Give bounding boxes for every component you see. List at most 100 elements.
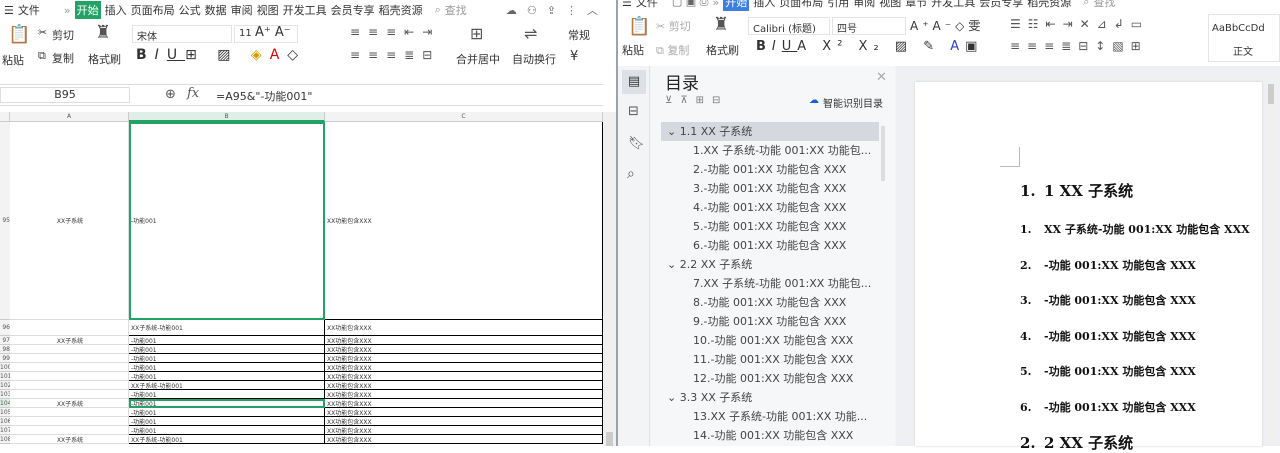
format-painter-button[interactable]: 格式刷: [706, 42, 739, 58]
toc-item[interactable]: 9.-功能 001:XX 功能包含 XXX: [661, 312, 891, 331]
align-buttons[interactable]: ≡≡≡≣⊟: [350, 48, 440, 62]
menu-file[interactable]: 文件: [18, 2, 40, 18]
search-label[interactable]: 查找: [445, 2, 467, 18]
column-header-c[interactable]: C: [325, 112, 603, 122]
copy-button[interactable]: 复制: [52, 50, 74, 66]
tab-view[interactable]: 视图: [257, 2, 279, 18]
tab-data[interactable]: 数据: [205, 2, 227, 18]
cell-b[interactable]: XX子系统-功能001: [129, 381, 325, 390]
tab-home[interactable]: 开始: [723, 0, 750, 11]
toc-scrollbar[interactable]: [881, 126, 885, 181]
toc-item[interactable]: 5.-功能 001:XX 功能包含 XXX: [661, 217, 891, 236]
cell-c[interactable]: XX功能包含XXX: [325, 435, 603, 444]
cell-a[interactable]: [10, 408, 129, 417]
column-header-b[interactable]: B: [129, 112, 325, 122]
toc-item[interactable]: 8.-功能 001:XX 功能包含 XXX: [661, 293, 891, 312]
format-buttons[interactable]: BIU⊞ ▨ ◈A◇: [136, 47, 306, 63]
cell-a[interactable]: [10, 354, 129, 363]
number-format-select[interactable]: 常规: [568, 27, 590, 43]
row-header[interactable]: 99: [0, 354, 10, 363]
toc-item[interactable]: 3.-功能 001:XX 功能包含 XXX: [661, 179, 891, 198]
toc-item[interactable]: 12.-功能 001:XX 功能包含 XXX: [661, 369, 891, 388]
smart-toc-button[interactable]: 智能识别目录: [823, 95, 883, 110]
cell-b[interactable]: XX子系统-功能001: [129, 320, 325, 336]
merge-icon[interactable]: ⊞: [470, 24, 483, 43]
toc-nav-icon[interactable]: ▤: [622, 70, 646, 94]
cell-c[interactable]: XX功能包含XXX: [325, 381, 603, 390]
toc-item[interactable]: 13.XX 子系统-功能 001:XX 功能...: [661, 407, 891, 426]
cell-c[interactable]: XX功能包含XXX: [325, 336, 603, 345]
toc-heading[interactable]: ⌄ 1.1 XX 子系统: [661, 122, 879, 141]
row-header[interactable]: 105: [0, 408, 10, 417]
font-size-select[interactable]: 四号: [832, 17, 906, 35]
merge-center-button[interactable]: 合并居中: [456, 51, 500, 67]
hamburger-icon[interactable]: ☰: [622, 0, 632, 9]
search-icon[interactable]: ⌕: [435, 3, 441, 17]
row-header[interactable]: 95: [0, 122, 10, 320]
cell-a[interactable]: [10, 381, 129, 390]
more-icon[interactable]: »: [712, 0, 719, 9]
tab-resources[interactable]: 稻壳资源: [1027, 0, 1071, 10]
row-header[interactable]: 96: [0, 320, 10, 336]
cell-a[interactable]: XX子系统: [10, 336, 129, 345]
doc-list-item[interactable]: 1. XX 子系统-功能 001:XX 功能包含 XXX: [1020, 221, 1250, 237]
cell-b[interactable]: -功能001: [129, 363, 325, 372]
tab-member[interactable]: 会员专享: [979, 0, 1023, 10]
find-icon[interactable]: ⌕: [627, 166, 635, 182]
doc-heading-1[interactable]: 1. 1 XX 子系统: [1020, 180, 1133, 201]
search-icon[interactable]: ⌕: [1083, 0, 1089, 9]
search-label[interactable]: 查找: [1093, 0, 1115, 10]
cell-c[interactable]: XX功能包含XXX: [325, 345, 603, 354]
menu-file[interactable]: 文件: [636, 0, 658, 10]
quick-access-icons[interactable]: ▢ ▣ ⎙: [672, 0, 709, 9]
cell-a[interactable]: [10, 426, 129, 435]
cell-c[interactable]: XX功能包含XXX: [325, 354, 603, 363]
cell-a[interactable]: [10, 417, 129, 426]
hamburger-icon[interactable]: ☰: [4, 4, 14, 17]
style-normal[interactable]: AaBbCcDd 正文: [1208, 14, 1280, 62]
doc-list-item[interactable]: 3. -功能 001:XX 功能包含 XXX: [1020, 292, 1196, 308]
cell-a[interactable]: XX子系统: [10, 122, 129, 320]
cell-c[interactable]: XX功能包含XXX: [325, 399, 603, 408]
toc-item[interactable]: 2.-功能 001:XX 功能包含 XXX: [661, 160, 891, 179]
copy-icon[interactable]: ⧉: [38, 49, 46, 63]
tab-member[interactable]: 会员专享: [331, 2, 375, 18]
cell-a[interactable]: [10, 372, 129, 381]
toc-heading[interactable]: ⌄ 2.2 XX 子系统: [661, 255, 891, 274]
more-icon[interactable]: »: [64, 4, 71, 17]
doc-list-item[interactable]: 2. -功能 001:XX 功能包含 XXX: [1020, 257, 1196, 273]
row-header[interactable]: 104: [0, 399, 10, 408]
cell-c[interactable]: XX功能包含XXX: [325, 320, 603, 336]
tab-review[interactable]: 审阅: [231, 2, 253, 18]
currency-button[interactable]: ¥: [570, 49, 578, 64]
bookmark-icon[interactable]: 🔖︎: [628, 136, 645, 151]
tab-insert[interactable]: 插入: [105, 2, 127, 18]
formula-input[interactable]: =A95&"-功能001": [216, 88, 312, 104]
tab-developer[interactable]: 开发工具: [283, 2, 327, 18]
tab-insert[interactable]: 插入: [753, 0, 775, 10]
list-buttons[interactable]: ☰☷⇤⇥✕⊿↲▭: [1010, 17, 1149, 31]
tab-developer[interactable]: 开发工具: [931, 0, 975, 10]
close-icon[interactable]: ✕: [876, 70, 887, 85]
tab-page-layout[interactable]: 页面布局: [131, 2, 175, 18]
window-icons[interactable]: ☁⚇⇪⋮︿: [506, 2, 616, 18]
paste-button[interactable]: 粘贴: [2, 52, 24, 68]
column-header-a[interactable]: A: [10, 112, 129, 122]
cell-b[interactable]: -功能001: [129, 417, 325, 426]
toc-item[interactable]: 1.XX 子系统-功能 001:XX 功能包...: [661, 141, 891, 160]
row-header[interactable]: 106: [0, 417, 10, 426]
cell-b[interactable]: -功能001: [129, 372, 325, 381]
tab-references[interactable]: 引用: [827, 0, 849, 10]
paste-icon[interactable]: 📋: [8, 24, 30, 45]
paste-icon[interactable]: 📋: [628, 16, 650, 37]
font-family-select[interactable]: 宋体: [132, 25, 232, 43]
font-grow-shrink-icons[interactable]: A⁺ A⁻: [255, 25, 291, 40]
document-scrollbar[interactable]: [1265, 82, 1277, 446]
format-buttons[interactable]: BIUA X² X₂ ▨ ✎ A▣: [756, 39, 983, 54]
row-header[interactable]: 103: [0, 390, 10, 399]
row-header[interactable]: 101: [0, 372, 10, 381]
cell-b[interactable]: -功能001: [129, 426, 325, 435]
doc-list-item[interactable]: 4. -功能 001:XX 功能包含 XXX: [1020, 328, 1196, 344]
cell-c[interactable]: XX功能包含XXX: [325, 408, 603, 417]
vertical-scrollbar[interactable]: [603, 112, 616, 446]
